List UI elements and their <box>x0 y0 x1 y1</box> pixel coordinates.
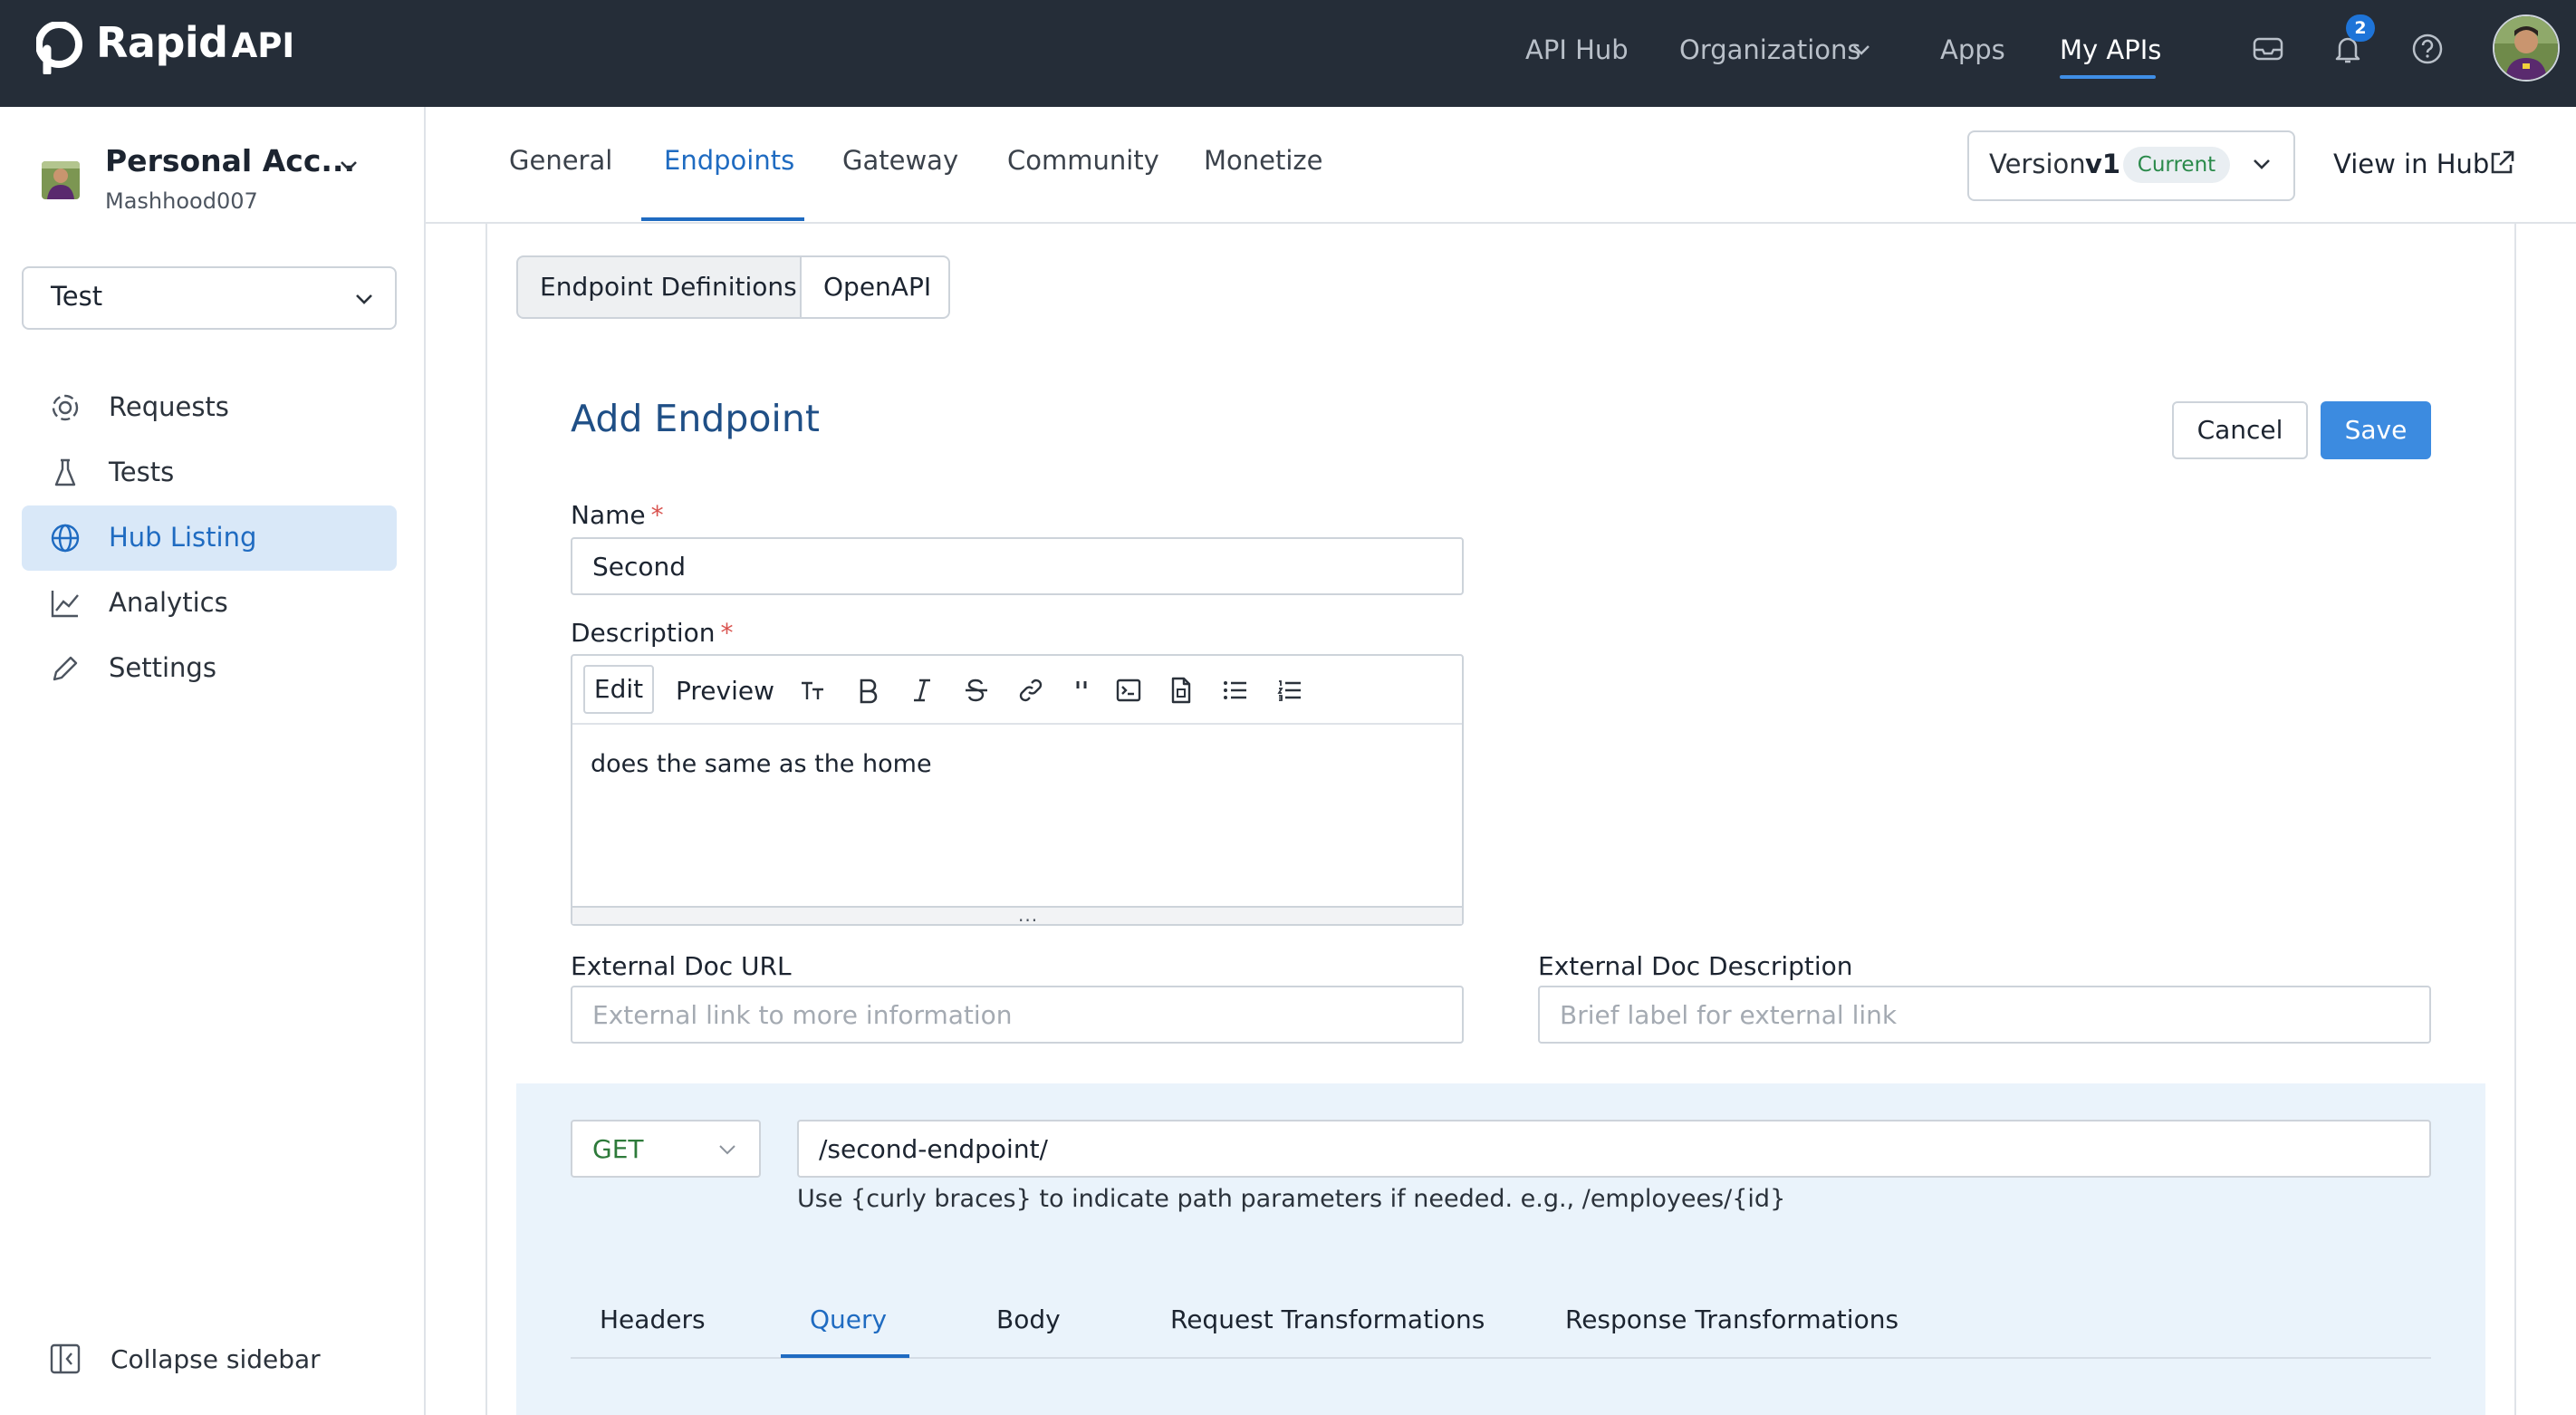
file-icon[interactable] <box>1167 676 1196 705</box>
italic-icon[interactable] <box>908 676 937 705</box>
external-doc-url-placeholder: External link to more information <box>592 1000 1013 1030</box>
tab-gateway[interactable]: Gateway <box>842 145 958 176</box>
path-hint-text: Use {curly braces} to indicate path para… <box>797 1185 1786 1213</box>
external-link-icon[interactable] <box>2487 149 2516 178</box>
segment-label: Endpoint Definitions <box>540 272 797 302</box>
strikethrough-icon[interactable] <box>962 676 991 705</box>
status-badge: Current <box>2123 147 2230 183</box>
sidebar-item-label: Hub Listing <box>109 522 257 553</box>
rapidapi-logo-icon[interactable] <box>36 22 83 74</box>
name-input-value: Second <box>592 552 687 582</box>
chart-icon <box>49 587 82 620</box>
nav-my-apis[interactable]: My APIs <box>2060 25 2161 74</box>
external-doc-url-label: External Doc URL <box>571 951 792 981</box>
nav-api-hub[interactable]: API Hub <box>1525 25 1629 74</box>
tab-body[interactable]: Body <box>996 1304 1061 1334</box>
notification-badge: 2 <box>2346 14 2375 42</box>
numbered-list-icon[interactable] <box>1275 676 1304 705</box>
chevron-down-icon[interactable] <box>2250 152 2273 176</box>
nav-active-indicator <box>2060 75 2156 79</box>
chevron-down-icon[interactable] <box>353 288 375 310</box>
collapse-sidebar-icon[interactable] <box>49 1343 82 1375</box>
editor-toolbar-divider <box>572 723 1462 725</box>
inbox-icon[interactable] <box>2252 33 2284 65</box>
sidebar-item-label: Tests <box>109 457 175 487</box>
editor-resize-bar[interactable] <box>572 906 1462 924</box>
nav-apps[interactable]: Apps <box>1940 25 2005 74</box>
panel-left-border <box>485 223 487 1415</box>
resize-handle-icon[interactable]: ... <box>1018 904 1038 926</box>
editor-edit-tab[interactable]: Edit <box>583 665 654 714</box>
editor-preview-tab[interactable]: Preview <box>676 676 774 706</box>
external-doc-description-label: External Doc Description <box>1538 951 1853 981</box>
tab-endpoints[interactable]: Endpoints <box>664 145 794 176</box>
panel-right-border <box>2514 223 2516 1415</box>
tab-headers[interactable]: Headers <box>600 1304 706 1334</box>
endpoint-path-value: /second-endpoint/ <box>819 1134 1048 1164</box>
flask-icon <box>49 457 82 489</box>
tab-response-transformations[interactable]: Response Transformations <box>1565 1304 1898 1334</box>
description-text[interactable]: does the same as the home <box>591 750 932 778</box>
nav-organizations[interactable]: Organizations <box>1679 25 1861 74</box>
segment-label: OpenAPI <box>823 272 932 302</box>
name-label: Name * <box>571 500 664 530</box>
external-doc-description-placeholder: Brief label for external link <box>1560 1000 1898 1030</box>
header-divider <box>426 222 2576 224</box>
requests-icon <box>49 391 82 424</box>
name-label-text: Name <box>571 500 646 530</box>
cancel-button[interactable]: Cancel <box>2172 401 2308 459</box>
account-username: Mashhood007 <box>105 188 258 214</box>
tab-monetize[interactable]: Monetize <box>1204 145 1322 176</box>
user-avatar[interactable] <box>2493 14 2560 82</box>
sidebar-item-label: Analytics <box>109 587 228 618</box>
environment-value: Test <box>51 281 103 312</box>
sub-tab-active-indicator <box>781 1354 909 1358</box>
text-size-icon[interactable] <box>799 676 828 705</box>
account-name[interactable]: Personal Acc... <box>105 143 355 178</box>
version-label: Version <box>1989 149 2086 179</box>
description-label: Description * <box>571 618 733 648</box>
brand-name-main: Rapid <box>96 18 228 67</box>
top-navigation-bar <box>0 0 2576 107</box>
required-marker: * <box>720 618 734 648</box>
chevron-down-icon[interactable] <box>717 1140 737 1160</box>
account-avatar[interactable] <box>42 161 80 199</box>
code-block-icon[interactable] <box>1114 676 1143 705</box>
bold-icon[interactable] <box>853 676 882 705</box>
collapse-sidebar-button[interactable]: Collapse sidebar <box>111 1344 321 1374</box>
view-in-hub-link[interactable]: View in Hub <box>2333 149 2489 179</box>
tab-query[interactable]: Query <box>810 1304 887 1334</box>
tab-active-indicator <box>641 217 804 221</box>
save-button[interactable]: Save <box>2321 401 2431 459</box>
globe-icon <box>49 522 82 554</box>
brand-name-suffix: API <box>231 26 295 65</box>
help-icon[interactable] <box>2411 33 2444 65</box>
tab-general[interactable]: General <box>509 145 612 176</box>
page-title: Add Endpoint <box>571 397 820 440</box>
name-input[interactable] <box>571 537 1464 595</box>
brand-name[interactable]: Rapid API <box>96 18 294 78</box>
link-icon[interactable] <box>1016 676 1045 705</box>
sidebar-item-label: Settings <box>109 652 216 683</box>
tab-request-transformations[interactable]: Request Transformations <box>1170 1304 1485 1334</box>
quote-icon[interactable] <box>1069 676 1098 705</box>
chevron-down-icon[interactable] <box>337 154 360 178</box>
pencil-icon <box>49 652 82 685</box>
bullet-list-icon[interactable] <box>1221 676 1250 705</box>
tab-community[interactable]: Community <box>1007 145 1159 176</box>
required-marker: * <box>650 500 664 530</box>
version-value: v1 <box>2085 149 2121 179</box>
sidebar-item-label: Requests <box>109 391 229 422</box>
chevron-down-icon[interactable] <box>1851 40 1871 60</box>
description-label-text: Description <box>571 618 716 648</box>
http-method-value: GET <box>592 1134 644 1164</box>
